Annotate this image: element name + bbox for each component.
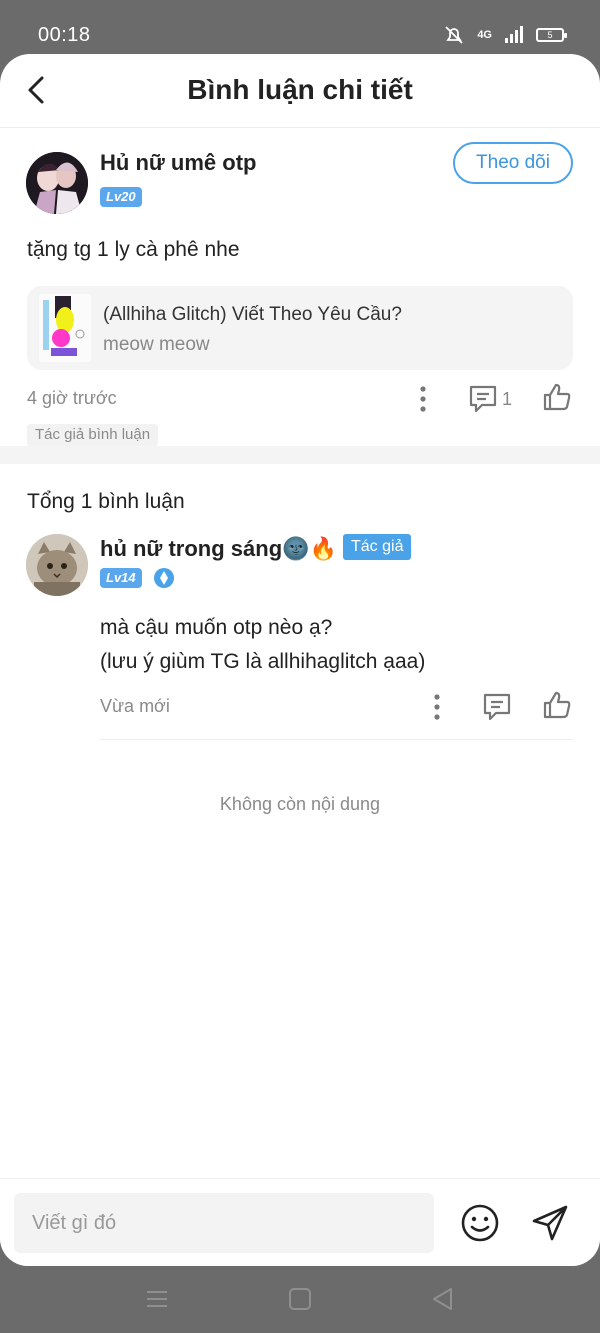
comment-input-bar [0,1178,600,1266]
author-chip: Tác giả [343,534,412,560]
comment-user-name[interactable]: hủ nữ trong sáng🌚🔥 [100,536,337,562]
signal-icon [505,26,523,43]
post-time: 4 giờ trước [27,388,117,408]
status-icons: 4G 5 [443,24,567,46]
story-title: (Allhiha Glitch) Viết Theo Yêu Cầu? [103,304,402,325]
like-icon [543,691,571,719]
story-cover [39,294,91,362]
author-comment-tag: Tác giả bình luận [27,424,159,446]
menu-icon [147,1291,167,1307]
more-icon [434,694,440,720]
avatar[interactable] [26,152,88,214]
post-more-button[interactable] [408,384,438,414]
avatar-image [26,152,88,214]
comment-input[interactable] [14,1193,434,1253]
comment-reply-button[interactable] [482,692,512,722]
comment-time: Vừa mới [100,696,170,716]
home-icon [289,1288,311,1310]
status-bar: 00:18 4G 5 [0,0,600,60]
comment-like-button[interactable] [542,690,572,720]
nav-back-button[interactable] [428,1284,458,1314]
comment-line-2: (lưu ý giùm TG là allhihaglitch ạaa) [100,650,426,673]
emoji-button[interactable] [460,1203,500,1243]
cat-avatar-image [26,534,88,596]
battery-icon: 5 [536,28,567,42]
comment-more-button[interactable] [422,692,452,722]
post-like-button[interactable] [542,382,572,412]
send-icon [532,1205,568,1241]
user-name[interactable]: Hủ nữ umê otp [100,150,256,176]
comment-icon [483,693,511,721]
comment-line-1: mà cậu muốn otp nèo ạ? [100,616,333,639]
page-title: Bình luận chi tiết [187,74,413,105]
reply-count: 1 [502,389,513,409]
story-card[interactable]: (Allhiha Glitch) Viết Theo Yêu Cầu? meow… [27,286,573,370]
story-author: meow meow [103,334,210,355]
shield-icon [153,567,175,589]
system-nav-bar [0,1266,600,1333]
main-post: Hủ nữ umê otp Lv20 Theo dõi tặng tg 1 ly… [0,128,600,464]
more-icon [420,386,426,412]
post-reply-button[interactable] [468,384,498,414]
comment-total: Tổng 1 bình luận [27,490,185,513]
signal-label: 4G [477,29,492,41]
battery-level: 5 [547,30,553,40]
status-time: 00:18 [38,24,91,46]
comment-icon [469,385,497,413]
comment-detail-sheet: Bình luận chi tiết Hủ nữ umê otp Lv20 Th… [0,54,600,1266]
story-cover-image [39,294,91,362]
comments-section: Tổng 1 bình luận hủ nữ trong sáng🌚🔥 Tác … [0,464,600,1164]
end-of-content: Không còn nội dung [219,794,381,814]
follow-button[interactable]: Theo dõi [453,142,573,184]
comment-level-badge: Lv14 [100,568,142,588]
comment-avatar[interactable] [26,534,88,596]
comment-divider [100,739,573,740]
header: Bình luận chi tiết [0,54,600,128]
nav-home-button[interactable] [285,1284,315,1314]
emoji-icon [461,1204,499,1242]
back-icon [433,1288,452,1310]
send-button[interactable] [530,1203,570,1243]
like-icon [543,383,571,411]
nav-menu-button[interactable] [142,1284,172,1314]
mute-bell-icon [445,26,463,44]
post-text: tặng tg 1 ly cà phê nhe [27,238,240,261]
level-badge: Lv20 [100,187,142,207]
